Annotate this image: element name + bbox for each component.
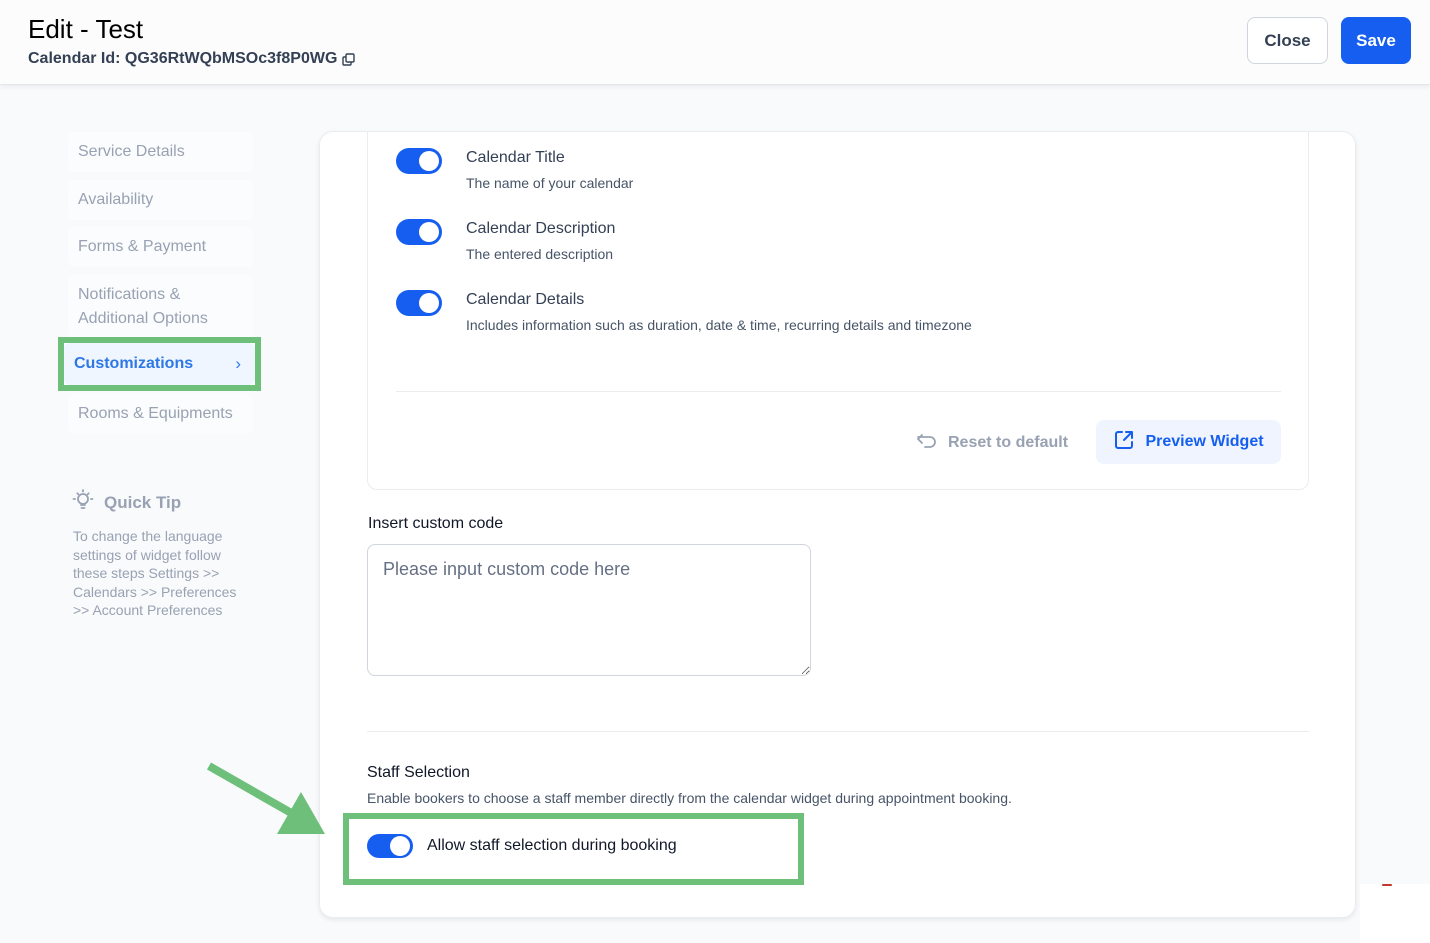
widget-options-panel: Calendar Title The name of your calendar… xyxy=(367,132,1309,490)
annotation-arrow-icon xyxy=(205,762,330,843)
option-title: Calendar Description xyxy=(466,220,616,237)
divider xyxy=(396,391,1281,392)
quick-tip-title: Quick Tip xyxy=(104,492,182,512)
option-title: Calendar Details xyxy=(466,291,585,308)
calendar-title-toggle[interactable] xyxy=(396,148,442,174)
sidebar-item-availability[interactable]: Availability xyxy=(68,180,253,220)
save-button[interactable]: Save xyxy=(1341,17,1411,64)
sidebar-item-service-details[interactable]: Service Details xyxy=(68,132,253,172)
divider xyxy=(367,731,1309,732)
option-calendar-title: Calendar Title The name of your calendar xyxy=(396,148,633,192)
staff-selection-toggle-label: Allow staff selection during booking xyxy=(427,837,677,854)
calendar-id-text: Calendar Id: QG36RtWQbMSOc3f8P0WG xyxy=(28,50,338,67)
custom-code-input[interactable] xyxy=(367,544,811,676)
highlight-box-customizations: Customizations › xyxy=(58,337,261,391)
sidebar-item-customizations[interactable]: Customizations › xyxy=(64,343,255,385)
sidebar-item-rooms-equipments[interactable]: Rooms & Equipments xyxy=(68,394,253,434)
calendar-details-toggle[interactable] xyxy=(396,290,442,316)
staff-selection-toggle[interactable] xyxy=(367,834,413,858)
reset-to-default-button[interactable]: Reset to default xyxy=(916,421,1068,465)
external-link-icon xyxy=(1113,429,1135,456)
option-description: The name of your calendar xyxy=(466,175,634,191)
option-calendar-details: Calendar Details Includes information su… xyxy=(396,290,972,334)
sidebar-item-forms-payment[interactable]: Forms & Payment xyxy=(68,227,253,267)
highlight-box-staff-selection: Allow staff selection during booking xyxy=(343,813,804,885)
option-calendar-description: Calendar Description The entered descrip… xyxy=(396,219,615,263)
calendar-description-toggle[interactable] xyxy=(396,219,442,245)
quick-tip-body: To change the language settings of widge… xyxy=(73,528,237,618)
reset-label: Reset to default xyxy=(948,434,1069,451)
option-description: Includes information such as duration, d… xyxy=(466,317,972,333)
calendar-id: Calendar Id: QG36RtWQbMSOc3f8P0WG xyxy=(28,50,356,68)
option-description: The entered description xyxy=(466,246,614,262)
page-title: Edit - Test xyxy=(28,14,144,44)
page-header: Edit - Test Calendar Id: QG36RtWQbMSOc3f… xyxy=(0,0,1430,85)
close-button[interactable]: Close xyxy=(1247,17,1328,64)
corner-fragment xyxy=(1360,884,1430,943)
custom-code-label: Insert custom code xyxy=(368,515,504,532)
staff-selection-description: Enable bookers to choose a staff member … xyxy=(367,790,1012,806)
customizations-card: Calendar Title The name of your calendar… xyxy=(319,131,1356,918)
sidebar-item-notifications[interactable]: Notifications & Additional Options xyxy=(68,275,253,339)
preview-label: Preview Widget xyxy=(1145,433,1264,450)
lightbulb-icon xyxy=(70,488,96,517)
copy-icon[interactable] xyxy=(342,52,356,66)
preview-widget-button[interactable]: Preview Widget xyxy=(1096,420,1281,464)
quick-tip: Quick Tip To change the language setting… xyxy=(70,488,255,620)
undo-icon xyxy=(916,433,938,454)
chevron-right-icon: › xyxy=(235,354,241,373)
staff-selection-option: Allow staff selection during booking xyxy=(367,834,677,858)
option-title: Calendar Title xyxy=(466,149,565,166)
staff-selection-title: Staff Selection xyxy=(367,764,470,781)
sidebar-item-label: Customizations xyxy=(74,355,194,372)
